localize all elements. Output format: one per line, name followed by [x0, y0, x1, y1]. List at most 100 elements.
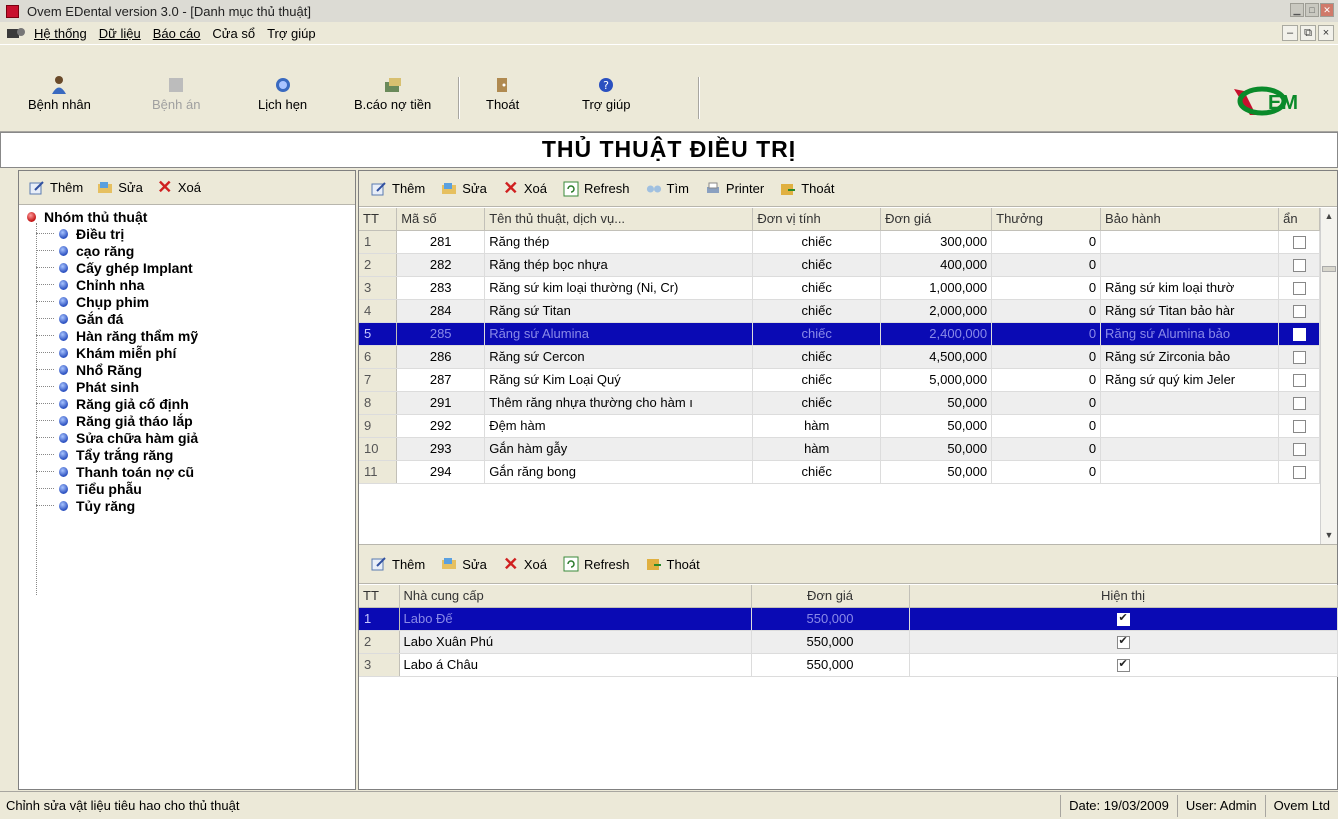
tree-item[interactable]: Điều trị: [19, 225, 355, 242]
tree-item[interactable]: Tủy răng: [19, 497, 355, 514]
menu-bao-cao[interactable]: Báo cáo: [153, 26, 201, 41]
exit-procedure-button[interactable]: Thoát: [780, 181, 834, 197]
column-header[interactable]: Đơn giá: [751, 585, 910, 608]
table-row[interactable]: 11 294 Gắn răng bong chiếc 50,000 0: [359, 460, 1320, 484]
table-row[interactable]: 1 Labo Đế 550,000: [359, 607, 1338, 631]
delete-supplier-button[interactable]: ✕ Xoá: [503, 554, 547, 574]
column-header[interactable]: TT: [359, 208, 398, 231]
column-header[interactable]: Hiện thị: [909, 585, 1338, 608]
tree-item[interactable]: Thanh toán nợ cũ: [19, 463, 355, 480]
table-row[interactable]: 7 287 Răng sứ Kim Loại Quý chiếc 5,000,000 0 R…: [359, 368, 1320, 392]
display-checkbox[interactable]: [1116, 657, 1130, 673]
hide-checkbox[interactable]: [1292, 420, 1306, 434]
table-row[interactable]: 10 293 Gắn hàm gẫy hàm 50,000 0: [359, 437, 1320, 461]
edit-category-button[interactable]: Sửa: [97, 180, 143, 196]
scroll-down-icon[interactable]: ▼: [1321, 527, 1337, 544]
column-header[interactable]: Đơn vị tính: [752, 208, 882, 231]
tree-item[interactable]: Nhổ Răng: [19, 361, 355, 378]
hide-checkbox[interactable]: [1292, 282, 1306, 296]
search-procedure-button[interactable]: Tìm: [646, 181, 689, 197]
tree-item[interactable]: Hàn răng thẩm mỹ: [19, 327, 355, 344]
scroll-thumb[interactable]: [1322, 266, 1336, 272]
table-row[interactable]: 8 291 Thêm răng nhựa thường cho hàm ı chiếc…: [359, 391, 1320, 415]
menu-tro-giup[interactable]: Trợ giúp: [267, 26, 316, 41]
menu-du-lieu[interactable]: Dữ liệu: [99, 26, 141, 41]
bao-cao-no-button[interactable]: B.cáo nợ tiền: [354, 75, 431, 120]
close-icon[interactable]: ✕: [1320, 3, 1334, 17]
tro-giup-button[interactable]: ? Trợ giúp: [582, 75, 631, 120]
benh-an-button[interactable]: Bệnh án: [152, 75, 200, 120]
menu-he-thong[interactable]: Hệ thống: [34, 26, 87, 41]
print-procedure-button[interactable]: Printer: [705, 181, 764, 197]
hide-checkbox[interactable]: [1292, 236, 1306, 250]
procedure-bonus: 0: [991, 299, 1102, 323]
table-row[interactable]: 5 285 Răng sứ Alumina chiếc 2,400,000 0 Răng s…: [359, 322, 1320, 346]
delete-category-button[interactable]: ✕ Xoá: [157, 177, 201, 197]
procedure-unit: chiếc: [752, 299, 882, 323]
child-close-icon[interactable]: ×: [1318, 25, 1334, 41]
tree-item[interactable]: cạo răng: [19, 242, 355, 259]
hide-checkbox[interactable]: [1292, 443, 1306, 457]
lich-hen-button[interactable]: Lịch hẹn: [258, 75, 307, 120]
table-row[interactable]: 2 282 Răng thép bọc nhựa chiếc 400,000 0: [359, 253, 1320, 277]
table-row[interactable]: 3 Labo á Châu 550,000: [359, 653, 1338, 677]
tree-item[interactable]: Sửa chữa hàm giả: [19, 429, 355, 446]
column-header[interactable]: Thưởng: [991, 208, 1102, 231]
table-row[interactable]: 2 Labo Xuân Phú 550,000: [359, 630, 1338, 654]
menu-cua-so[interactable]: Cửa sổ: [212, 26, 255, 41]
table-row[interactable]: 3 283 Răng sứ kim loại thường (Ni, Cr) chiế…: [359, 276, 1320, 300]
tree-item[interactable]: Chụp phim: [19, 293, 355, 310]
tree-node-icon: [59, 262, 68, 273]
maximize-icon[interactable]: □: [1305, 3, 1319, 17]
tree-item[interactable]: Răng giả tháo lắp: [19, 412, 355, 429]
column-header[interactable]: Nhà cung cấp: [399, 585, 752, 608]
app-menu-icon[interactable]: [6, 25, 28, 41]
table-row[interactable]: 4 284 Răng sứ Titan chiếc 2,000,000 0 Răng sứ …: [359, 299, 1320, 323]
column-header[interactable]: Mã số: [396, 208, 486, 231]
tree-item[interactable]: Tiểu phẫu: [19, 480, 355, 497]
procedure-price: 2,400,000: [880, 322, 993, 346]
child-restore-icon[interactable]: ⧉: [1300, 25, 1316, 41]
hide-checkbox[interactable]: [1292, 351, 1306, 365]
column-header[interactable]: Bảo hành: [1100, 208, 1280, 231]
display-checkbox[interactable]: [1116, 611, 1130, 627]
refresh-procedure-button[interactable]: Refresh: [563, 181, 630, 197]
table-row[interactable]: 1 281 Răng thép chiếc 300,000 0: [359, 230, 1320, 254]
tree-item[interactable]: Phát sinh: [19, 378, 355, 395]
minimize-icon[interactable]: ▁: [1290, 3, 1304, 17]
tree-item[interactable]: Chỉnh nha: [19, 276, 355, 293]
display-checkbox[interactable]: [1116, 634, 1130, 650]
delete-procedure-button[interactable]: ✕ Xoá: [503, 178, 547, 198]
tree-root[interactable]: Nhóm thủ thuật: [19, 209, 355, 225]
tree-item[interactable]: Gắn đá: [19, 310, 355, 327]
hide-checkbox[interactable]: [1292, 374, 1306, 388]
column-header[interactable]: Đơn giá: [880, 208, 993, 231]
column-header[interactable]: ẩn: [1278, 208, 1320, 231]
hide-checkbox[interactable]: [1292, 466, 1306, 480]
procedure-grid-scrollbar[interactable]: ▲ ▼: [1320, 208, 1337, 544]
hide-checkbox[interactable]: [1292, 305, 1306, 319]
edit-supplier-button[interactable]: Sửa: [441, 556, 487, 572]
child-minimize-icon[interactable]: –: [1282, 25, 1298, 41]
benh-nhan-button[interactable]: Bệnh nhân: [28, 75, 91, 120]
hide-checkbox[interactable]: [1292, 328, 1306, 342]
table-row[interactable]: 9 292 Đệm hàm hàm 50,000 0: [359, 414, 1320, 438]
tree-item[interactable]: Cấy ghép Implant: [19, 259, 355, 276]
tree-item[interactable]: Tẩy trắng răng: [19, 446, 355, 463]
tree-item[interactable]: Khám miễn phí: [19, 344, 355, 361]
add-supplier-button[interactable]: Thêm: [371, 556, 425, 572]
scroll-up-icon[interactable]: ▲: [1321, 208, 1337, 225]
tree-node-icon: [59, 245, 68, 256]
column-header[interactable]: TT: [359, 585, 400, 608]
edit-procedure-button[interactable]: Sửa: [441, 181, 487, 197]
add-procedure-button[interactable]: Thêm: [371, 181, 425, 197]
tree-item[interactable]: Răng giả cố định: [19, 395, 355, 412]
refresh-supplier-button[interactable]: Refresh: [563, 556, 630, 572]
add-category-button[interactable]: Thêm: [29, 180, 83, 196]
table-row[interactable]: 6 286 Răng sứ Cercon chiếc 4,500,000 0 Răng sứ…: [359, 345, 1320, 369]
thoat-button[interactable]: Thoát: [486, 75, 519, 120]
exit-supplier-button[interactable]: Thoát: [646, 556, 700, 572]
hide-checkbox[interactable]: [1292, 259, 1306, 273]
hide-checkbox[interactable]: [1292, 397, 1306, 411]
column-header[interactable]: Tên thủ thuật, dịch vụ...: [484, 208, 754, 231]
